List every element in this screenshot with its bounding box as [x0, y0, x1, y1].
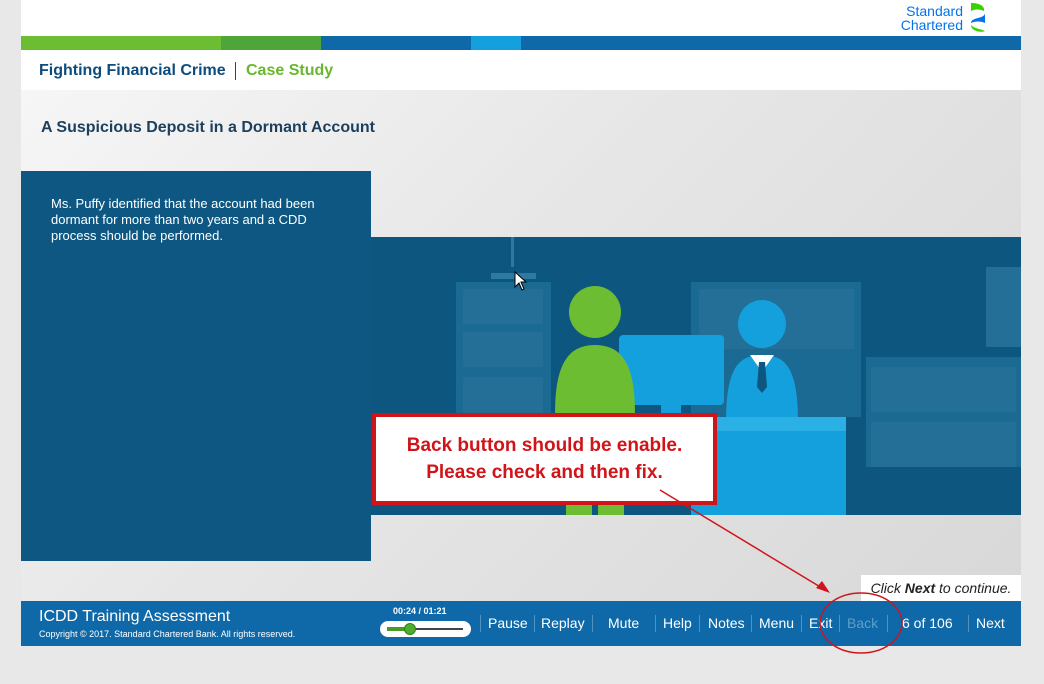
course-title: Fighting Financial Crime	[39, 62, 226, 79]
exit-button[interactable]: Exit	[809, 601, 832, 646]
continue-prompt: Click Next to continue.	[861, 575, 1021, 601]
prompt-pre: Click	[870, 580, 905, 596]
mute-button[interactable]: Mute	[608, 601, 639, 646]
header-divider	[235, 62, 236, 80]
prompt-next: Next	[904, 580, 936, 596]
section-title: Case Study	[246, 62, 334, 79]
slide-title: A Suspicious Deposit in a Dormant Accoun…	[41, 119, 375, 136]
nav-divider	[699, 615, 700, 632]
brand-text: Standard Chartered	[901, 4, 963, 32]
back-button[interactable]: Back	[847, 601, 878, 646]
playback-slider[interactable]	[380, 621, 471, 637]
stripe-blue-2	[521, 36, 1021, 50]
menu-button[interactable]: Menu	[759, 601, 794, 646]
nav-divider	[801, 615, 802, 632]
nav-divider	[592, 615, 593, 632]
nav-divider	[655, 615, 656, 632]
narration-panel: Ms. Puffy identified that the account ha…	[21, 171, 371, 561]
page-counter: 6 of 106	[902, 615, 953, 631]
nav-divider	[751, 615, 752, 632]
brand-line1: Standard	[906, 3, 963, 19]
sc-logo-icon	[971, 3, 985, 32]
next-button[interactable]: Next	[976, 601, 1005, 646]
mouse-pointer-icon	[514, 271, 528, 291]
brand-logo: Standard Chartered	[901, 0, 989, 36]
stripe-green	[21, 36, 221, 50]
narration-text: Ms. Puffy identified that the account ha…	[51, 196, 315, 243]
prompt-post: to continue.	[935, 580, 1012, 596]
stripe-dark-green	[221, 36, 321, 50]
brand-line2: Chartered	[900, 17, 963, 33]
help-button[interactable]: Help	[663, 601, 692, 646]
pause-button[interactable]: Pause	[488, 601, 528, 646]
slider-thumb[interactable]	[403, 623, 416, 635]
callout-line2: Please check and then fix.	[426, 462, 663, 483]
copyright: Copyright © 2017. Standard Chartered Ban…	[39, 629, 296, 639]
nav-divider	[839, 615, 840, 632]
nav-divider	[968, 615, 969, 632]
stripe-blue	[321, 36, 471, 50]
course-name: ICDD Training Assessment	[39, 608, 231, 625]
slide-stage: A Suspicious Deposit in a Dormant Accoun…	[21, 90, 1021, 601]
course-header: Fighting Financial Crime Case Study	[21, 50, 1021, 90]
stripe-light-blue	[471, 36, 521, 50]
top-bar: Standard Chartered	[21, 0, 1021, 36]
playback-time: 00:24 / 01:21	[393, 606, 447, 616]
replay-button[interactable]: Replay	[541, 601, 585, 646]
notes-button[interactable]: Notes	[708, 601, 745, 646]
nav-divider	[534, 615, 535, 632]
nav-divider	[887, 615, 888, 632]
nav-divider	[480, 615, 481, 632]
review-comment-callout: Back button should be enable. Please che…	[372, 413, 717, 505]
player-footer: ICDD Training Assessment Copyright © 201…	[21, 601, 1021, 646]
callout-line1: Back button should be enable.	[406, 435, 683, 456]
